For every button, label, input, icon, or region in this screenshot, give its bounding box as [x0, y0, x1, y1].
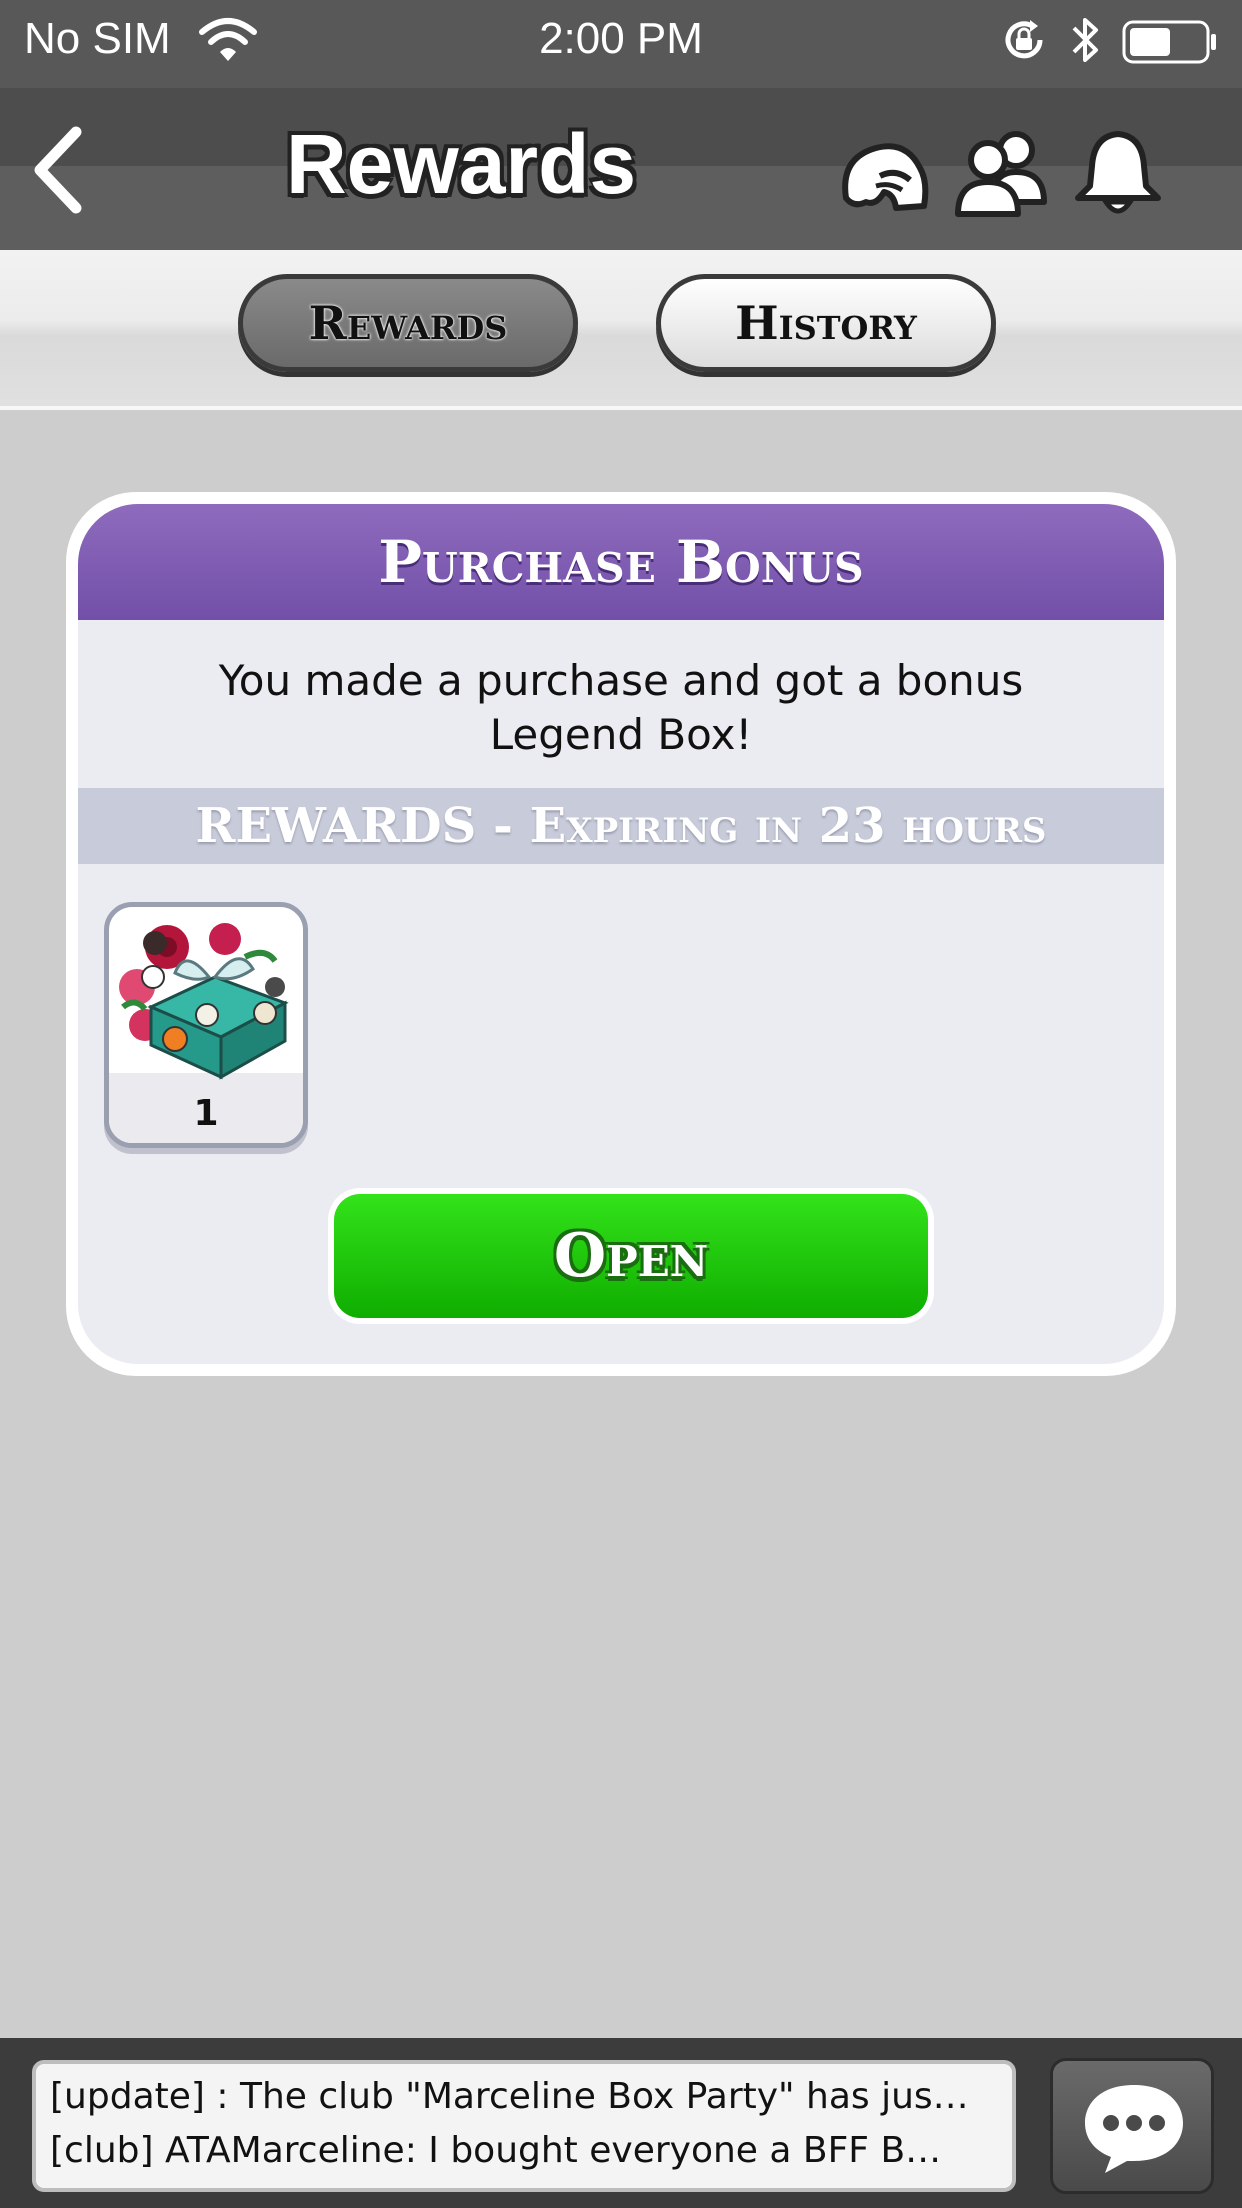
player-head-icon[interactable] — [836, 128, 936, 218]
chat-button[interactable] — [1050, 2058, 1214, 2194]
nav-bar: Rewards — [0, 88, 1242, 250]
tab-rewards[interactable]: Rewards — [238, 274, 578, 372]
open-button-label: Open — [553, 1221, 709, 1291]
reward-card: Purchase Bonus You made a purchase and g… — [66, 492, 1176, 1376]
open-button[interactable]: Open — [328, 1188, 934, 1324]
tab-bar: Rewards History — [0, 250, 1242, 410]
clock: 2:00 PM — [539, 14, 703, 63]
rotation-lock-icon — [1005, 20, 1043, 59]
friends-icon[interactable] — [952, 128, 1052, 218]
tab-history[interactable]: History — [656, 274, 996, 372]
reward-item-tile[interactable]: 1 — [104, 902, 308, 1148]
chat-bubble-icon — [1085, 2085, 1183, 2173]
bluetooth-icon — [1072, 18, 1098, 62]
page-title: Rewards — [286, 117, 637, 211]
expiry-banner-text: REWARDS - Expiring in 23 hours — [195, 798, 1047, 854]
chat-preview[interactable]: [update] : The club "Marceline Box Party… — [32, 2060, 1016, 2192]
card-title-text: Purchase Bonus — [378, 528, 864, 596]
bell-icon[interactable] — [1068, 128, 1168, 218]
chat-message: [club] ATAMarceline: I bought everyone a… — [50, 2130, 942, 2171]
expiry-banner: REWARDS - Expiring in 23 hours — [78, 788, 1164, 864]
card-message-line2: Legend Box! — [489, 710, 753, 759]
legend-box-icon — [119, 923, 289, 1080]
battery-icon — [1122, 20, 1216, 64]
tab-history-label: History — [735, 296, 917, 350]
status-bar: No SIM 2:00 PM — [0, 0, 1242, 88]
card-message: You made a purchase and got a bonus Lege… — [78, 654, 1164, 762]
reward-item-quantity: 1 — [193, 1093, 219, 1134]
back-chevron-icon[interactable] — [24, 120, 94, 220]
card-title: Purchase Bonus — [78, 504, 1164, 620]
chat-bar: [update] : The club "Marceline Box Party… — [0, 2038, 1242, 2208]
card-message-line1: You made a purchase and got a bonus — [218, 656, 1024, 705]
chat-message: [update] : The club "Marceline Box Party… — [50, 2076, 969, 2117]
reward-card-body: Purchase Bonus You made a purchase and g… — [78, 504, 1164, 1364]
tab-rewards-label: Rewards — [308, 296, 508, 350]
